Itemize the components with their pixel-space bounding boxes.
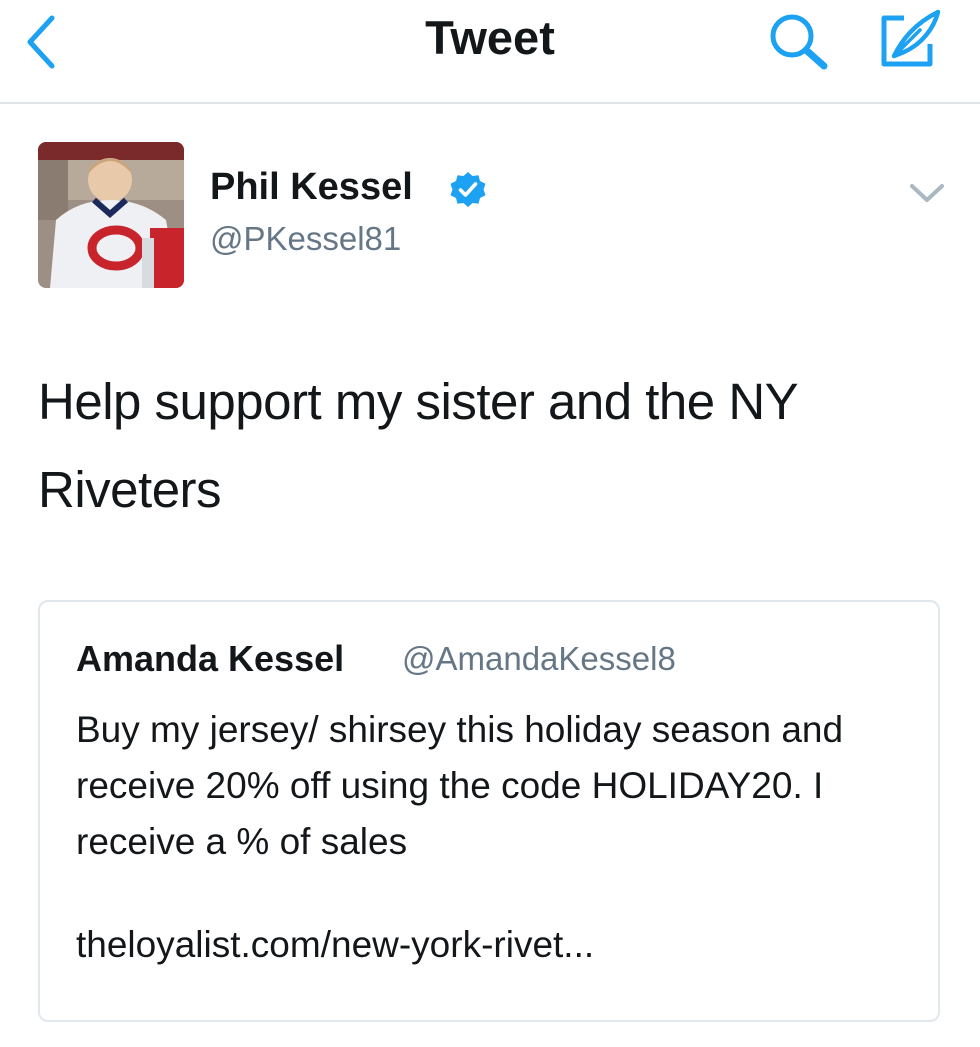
author-handle[interactable]: @PKessel81 [210, 220, 401, 258]
compose-button[interactable] [874, 6, 946, 74]
back-button[interactable] [18, 12, 68, 72]
quoted-author-handle: @AmandaKessel8 [402, 640, 676, 677]
tweet-text: Help support my sister and the NY Rivete… [38, 373, 798, 518]
nav-bar: Tweet [0, 0, 980, 104]
tweet-detail-screen: Tweet Phil Kessel @PKessel81 Help suppor… [0, 0, 980, 1047]
search-icon [770, 14, 828, 70]
search-button[interactable] [762, 8, 834, 74]
quoted-tweet-text: Buy my jersey/ shirsey this holiday seas… [76, 709, 844, 862]
quoted-tweet-card[interactable]: Amanda Kessel @AmandaKessel8 Buy my jers… [38, 600, 940, 1022]
quoted-tweet-link[interactable]: theloyalist.com/new-york-rivet... [76, 924, 594, 966]
tweet-menu-button[interactable] [904, 178, 950, 208]
avatar[interactable] [38, 142, 184, 288]
avatar-photo [38, 142, 184, 288]
chevron-left-icon [27, 15, 55, 69]
chevron-down-icon [910, 184, 944, 202]
verified-badge-icon [450, 172, 486, 207]
compose-icon [881, 9, 941, 67]
author-name[interactable]: Phil Kessel [210, 166, 413, 209]
quoted-author-name: Amanda Kessel [76, 638, 345, 679]
